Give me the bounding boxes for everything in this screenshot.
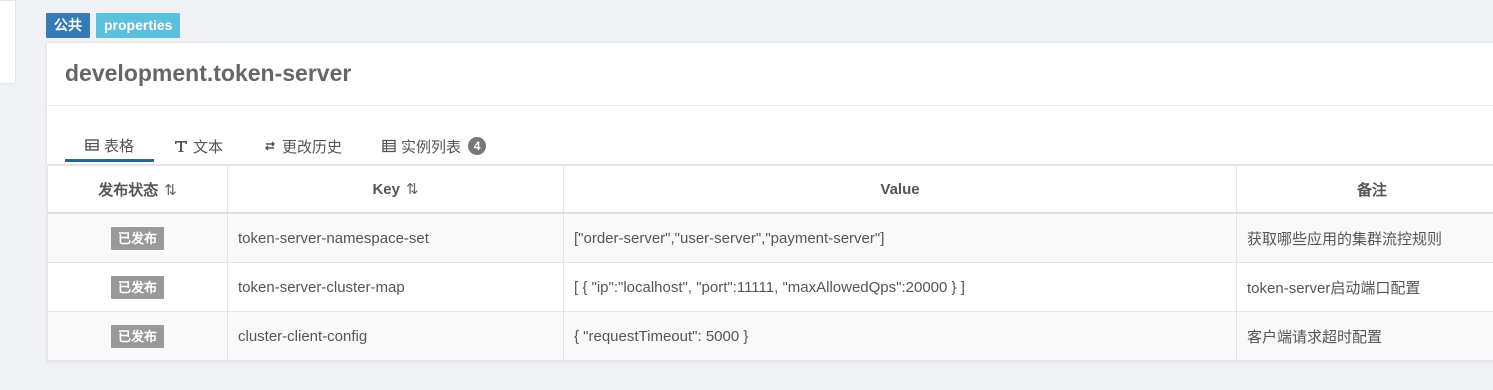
status-cell: 已发布	[47, 212, 228, 263]
header-divider	[47, 105, 1493, 106]
namespace-panel: development.token-server 表格 文本 更改历史 实例列表	[46, 42, 1493, 362]
key-cell: token-server-cluster-map	[227, 262, 564, 312]
key-column-header[interactable]: Key ⇅	[227, 165, 564, 214]
tab-text-label: 文本	[193, 138, 224, 156]
status-badge: 已发布	[110, 275, 164, 299]
table-icon	[85, 138, 99, 152]
view-tabs: 表格 文本 更改历史 实例列表 4	[65, 131, 506, 163]
status-badge: 已发布	[110, 324, 164, 348]
value-cell: [ { "ip":"localhost", "port":11111, "max…	[563, 262, 1237, 312]
sort-icon: ⇅	[405, 181, 419, 198]
status-badge: 已发布	[110, 226, 164, 250]
key-cell: cluster-client-config	[227, 311, 564, 361]
value-cell: { "requestTimeout": 5000 }	[563, 311, 1237, 361]
status-column-header[interactable]: 发布状态 ⇅	[47, 165, 228, 214]
instance-list-icon	[382, 139, 396, 153]
instance-count-badge: 4	[468, 137, 487, 155]
tab-history[interactable]: 更改历史	[243, 131, 362, 161]
table-row: 已发布 cluster-client-config { "requestTime…	[47, 311, 1493, 361]
key-cell: token-server-namespace-set	[227, 212, 564, 263]
comment-cell: 客户端请求超时配置	[1236, 311, 1493, 361]
scope-label: 公共	[46, 13, 90, 38]
history-icon	[263, 139, 277, 153]
tab-instance-list-label: 实例列表	[401, 138, 462, 156]
table-row: 已发布 token-server-namespace-set ["order-s…	[47, 212, 1493, 263]
config-table: 发布状态 ⇅ Key ⇅ Value 备注 已发布 token-server-nam…	[47, 165, 1493, 361]
tab-text[interactable]: 文本	[154, 131, 243, 161]
tab-history-label: 更改历史	[282, 138, 343, 156]
comment-column-header: 备注	[1236, 165, 1493, 214]
left-panel-edge	[0, 0, 16, 84]
tab-instance-list[interactable]: 实例列表 4	[362, 131, 506, 161]
namespace-title: development.token-server	[65, 60, 352, 86]
table-header-row: 发布状态 ⇅ Key ⇅ Value 备注	[47, 165, 1493, 214]
status-cell: 已发布	[47, 262, 228, 312]
status-cell: 已发布	[47, 311, 228, 361]
tab-table[interactable]: 表格	[65, 131, 155, 162]
comment-cell: 获取哪些应用的集群流控规则	[1236, 212, 1493, 263]
namespace-labels: 公共 properties	[46, 13, 181, 38]
value-column-header: Value	[563, 165, 1237, 214]
table-row: 已发布 token-server-cluster-map [ { "ip":"l…	[47, 262, 1493, 312]
comment-cell: token-server启动端口配置	[1236, 262, 1493, 312]
sort-icon: ⇅	[164, 181, 177, 199]
value-cell: ["order-server","user-server","payment-s…	[563, 212, 1237, 263]
text-icon	[174, 139, 188, 153]
format-label: properties	[96, 13, 181, 38]
tab-table-label: 表格	[104, 137, 135, 155]
